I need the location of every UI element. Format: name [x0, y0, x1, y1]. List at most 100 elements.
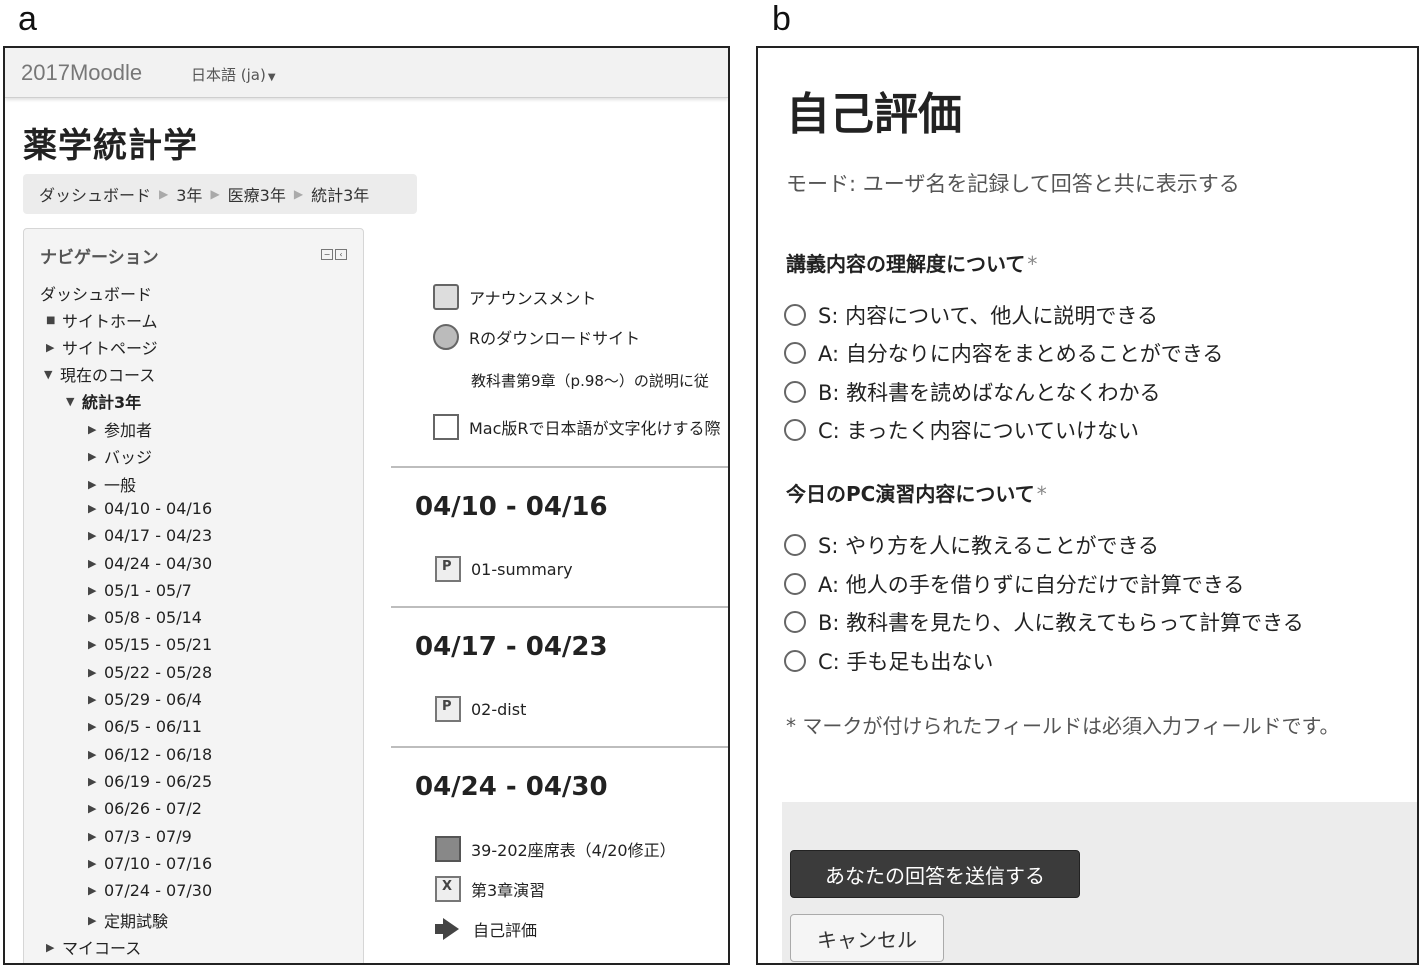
radio-option[interactable]: S: 内容について、他人に説明できる [784, 300, 1158, 330]
radio-option[interactable]: B: 教科書を見たり、人に教えてもらって計算できる [784, 607, 1304, 637]
nav-course-item-label: 07/24 - 07/30 [104, 881, 213, 900]
question-text: 講義内容の理解度について [786, 252, 1026, 276]
nav-course[interactable]: ▼ 統計3年 [66, 389, 141, 413]
nav-course-label: 統計3年 [82, 393, 142, 412]
triangle-right-icon: ▶ [88, 884, 97, 897]
activity-label: 自己評価 [473, 921, 538, 940]
nav-course-item[interactable]: ▶ 07/10 - 07/16 [88, 854, 212, 873]
nav-course-item[interactable]: ▶ 05/8 - 05/14 [88, 608, 202, 627]
activity-label: 39-202座席表（4/20修正） [471, 841, 676, 860]
radio-option[interactable]: C: まったく内容についていけない [784, 415, 1139, 445]
section-title[interactable]: 04/10 - 04/16 [415, 492, 608, 522]
nav-site-home[interactable]: ■ サイトホーム [46, 308, 158, 332]
activity-label: 02-dist [471, 699, 527, 719]
radio-option[interactable]: B: 教科書を読めばなんとなくわかる [784, 377, 1161, 407]
activity-label: Rのダウンロードサイト [469, 329, 641, 348]
nav-course-item[interactable]: ▶ 06/12 - 06/18 [88, 745, 212, 764]
nav-course-item[interactable]: ▶ 06/5 - 06/11 [88, 717, 202, 736]
activity-self-evaluation[interactable]: 自己評価 [433, 916, 537, 942]
nav-course-item[interactable]: ▶ バッジ [88, 444, 152, 468]
moodle-course-screen: 2017Moodle 日本語 (ja) ▼ 薬学統計学 ダッシュボード ▶ 3年 … [3, 46, 730, 965]
section-divider [391, 606, 728, 608]
question-label: 今日のPC演習内容について * [786, 478, 1047, 507]
nav-course-item[interactable]: ▶ 06/19 - 06/25 [88, 772, 212, 791]
nav-course-item[interactable]: ▶ 07/3 - 07/9 [88, 827, 192, 846]
activity-r-download[interactable]: Rのダウンロードサイト [433, 324, 640, 350]
activity-chapter3-exercise[interactable]: 第3章演習 [435, 876, 545, 902]
radio-option-label: B: 教科書を見たり、人に教えてもらって計算できる [818, 611, 1304, 635]
radio-button[interactable] [784, 650, 806, 672]
triangle-right-icon: ▶ [88, 529, 97, 542]
nav-course-item[interactable]: ▶ 一般 [88, 472, 136, 496]
nav-course-item[interactable]: ▶ 05/29 - 06/4 [88, 690, 202, 709]
navigation-block-title: ナビゲーション [40, 248, 159, 268]
panel-label-b: b [772, 0, 791, 38]
page-title: 自己評価 [786, 89, 962, 140]
nav-course-item-label: 04/10 - 04/16 [104, 499, 213, 518]
nav-course-item[interactable]: ▶ 05/15 - 05/21 [88, 635, 212, 654]
nav-course-item-label: 04/24 - 04/30 [104, 554, 213, 573]
nav-course-item[interactable]: ▶ 07/24 - 07/30 [88, 881, 212, 900]
breadcrumb-item-year[interactable]: 3年 [176, 182, 202, 206]
nav-course-item[interactable]: ▶ 参加者 [88, 417, 152, 441]
radio-option[interactable]: A: 自分なりに内容をまとめることができる [784, 338, 1223, 368]
language-menu[interactable]: 日本語 (ja) ▼ [191, 64, 276, 85]
nav-course-item[interactable]: ▶ 06/26 - 07/2 [88, 799, 202, 818]
triangle-right-icon: ▶ [88, 584, 97, 597]
radio-option[interactable]: S: やり方を人に教えることができる [784, 530, 1159, 560]
radio-button[interactable] [784, 342, 806, 364]
nav-my-courses[interactable]: ▶ マイコース [46, 935, 141, 959]
activity-label: アナウンスメント [469, 289, 597, 308]
section-title[interactable]: 04/24 - 04/30 [415, 772, 608, 802]
triangle-right-icon: ▶ [88, 720, 97, 733]
nav-course-item[interactable]: ▶ 05/1 - 05/7 [88, 581, 192, 600]
nav-course-item[interactable]: ▶ 04/17 - 04/23 [88, 526, 212, 545]
nav-course-item-label: 04/17 - 04/23 [104, 526, 213, 545]
radio-button[interactable] [784, 534, 806, 556]
radio-option[interactable]: C: 手も足も出ない [784, 646, 993, 676]
radio-button[interactable] [784, 611, 806, 633]
required-fields-note: * マークが付けられたフィールドは必須入力フィールドです。 [786, 714, 1340, 738]
radio-button[interactable] [784, 304, 806, 326]
triangle-right-icon: ▶ [88, 557, 97, 570]
activity-announcements[interactable]: アナウンスメント [433, 284, 596, 310]
activity-01-summary[interactable]: 01-summary [435, 556, 573, 582]
activity-seating-chart[interactable]: 39-202座席表（4/20修正） [435, 836, 676, 862]
breadcrumb-item-course[interactable]: 統計3年 [311, 182, 369, 206]
collapse-block-icon[interactable]: − [321, 249, 333, 260]
nav-course-item[interactable]: ▶ 05/22 - 05/28 [88, 663, 212, 682]
breadcrumb-item-dashboard[interactable]: ダッシュボード [39, 182, 151, 206]
site-brand-link[interactable]: 2017Moodle [21, 60, 142, 86]
forum-icon [433, 284, 459, 310]
radio-button[interactable] [784, 419, 806, 441]
required-asterisk: * [1036, 482, 1047, 506]
feedback-form-screen: 自己評価 モード: ユーザ名を記録して回答と共に表示する 講義内容の理解度につい… [756, 46, 1419, 965]
nav-current-course[interactable]: ▼ 現在のコース [44, 362, 155, 386]
radio-button[interactable] [784, 381, 806, 403]
nav-dashboard[interactable]: ダッシュボード [40, 281, 152, 305]
nav-course-item-label: 07/10 - 07/16 [104, 854, 213, 873]
label-text: 教科書第9章（p.98〜）の説明に従 [471, 372, 709, 390]
nav-course-item-label: 05/22 - 05/28 [104, 663, 213, 682]
nav-course-item-label: 06/5 - 06/11 [104, 717, 202, 736]
triangle-right-icon: ▶ [88, 449, 97, 463]
nav-course-item-label: 06/12 - 06/18 [104, 745, 213, 764]
panel-label-a: a [18, 0, 37, 38]
radio-button[interactable] [784, 573, 806, 595]
nav-course-item[interactable]: ▶ 04/24 - 04/30 [88, 554, 212, 573]
submit-button[interactable]: あなたの回答を送信する [790, 850, 1080, 898]
nav-course-item[interactable]: ▶ 04/10 - 04/16 [88, 499, 212, 518]
section-title[interactable]: 04/17 - 04/23 [415, 632, 608, 662]
nav-course-item-label: 06/26 - 07/2 [104, 799, 202, 818]
activity-02-dist[interactable]: 02-dist [435, 696, 526, 722]
activity-mac-r[interactable]: Mac版Rで日本語が文字化けする際 [433, 414, 721, 440]
nav-course-item[interactable]: ▶ 定期試験 [88, 908, 168, 932]
powerpoint-file-icon [435, 556, 461, 582]
cancel-button[interactable]: キャンセル [790, 914, 944, 962]
radio-option-label: B: 教科書を読めばなんとなくわかる [818, 381, 1161, 405]
nav-site-pages[interactable]: ▶ サイトページ [46, 335, 158, 359]
triangle-down-icon: ▼ [66, 394, 75, 408]
radio-option[interactable]: A: 他人の手を借りずに自分だけで計算できる [784, 569, 1244, 599]
dock-block-icon[interactable]: ‹ [335, 249, 347, 260]
breadcrumb-item-category[interactable]: 医療3年 [228, 182, 286, 206]
